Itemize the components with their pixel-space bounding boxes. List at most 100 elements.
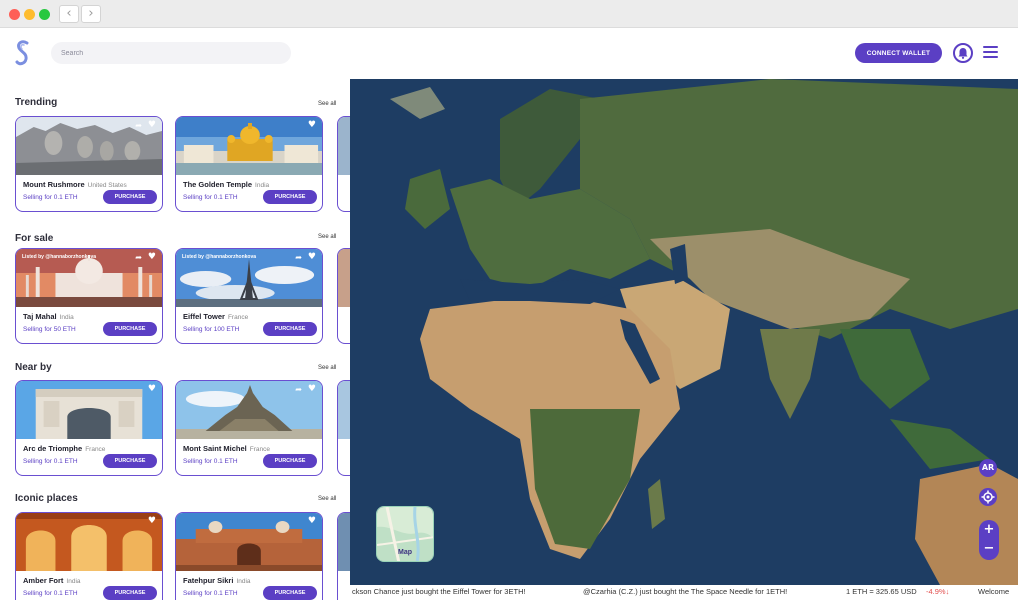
place-card-eiffel-tower[interactable]: Listed by @hannaborzhonkova ➦ ♥ Eiffel T… <box>175 248 323 344</box>
locate-button[interactable] <box>979 488 997 506</box>
listed-by-label: Listed by @hannaborzhonkova <box>22 254 97 260</box>
purchase-button[interactable]: PURCHASE <box>263 454 317 468</box>
forward-button[interactable]: › <box>81 5 101 23</box>
place-name: Amber Fort India <box>23 576 81 585</box>
share-icon[interactable]: ➦ <box>295 253 302 262</box>
place-price: Selling for 0.1 ETH <box>23 458 78 465</box>
heart-icon[interactable]: ♥ <box>308 252 316 262</box>
crosshair-icon <box>981 490 995 504</box>
zoom-in-button[interactable]: + <box>979 520 999 539</box>
see-all-trending-link[interactable]: See all <box>318 101 336 107</box>
place-name: Fatehpur Sikri India <box>183 576 251 585</box>
heart-icon[interactable]: ♥ <box>308 120 316 130</box>
purchase-button[interactable]: PURCHASE <box>103 586 157 600</box>
ticker-item: ckson Chance just bought the Eiffel Towe… <box>352 587 526 596</box>
heart-icon[interactable]: ♥ <box>308 516 316 526</box>
share-icon[interactable]: ➦ <box>135 121 142 130</box>
place-image <box>16 513 162 571</box>
place-name-text: Eiffel Tower <box>183 312 225 321</box>
place-name-text: Fatehpur Sikri <box>183 576 234 585</box>
purchase-button[interactable]: PURCHASE <box>103 454 157 468</box>
purchase-button[interactable]: PURCHASE <box>263 190 317 204</box>
place-price: Selling for 0.1 ETH <box>183 194 238 201</box>
search-input[interactable] <box>51 42 291 64</box>
minimize-window-button[interactable] <box>24 9 35 20</box>
place-card-amber-fort[interactable]: ♥ Amber Fort India Selling for 0.1 ETH PU… <box>15 512 163 600</box>
notifications-button[interactable] <box>953 43 973 63</box>
place-card-arc-de-triomphe[interactable]: ♥ Arc de Triomphe France Selling for 0.1 … <box>15 380 163 476</box>
place-name: Eiffel Tower France <box>183 312 248 321</box>
heart-icon[interactable]: ♥ <box>148 384 156 394</box>
heart-icon[interactable]: ♥ <box>148 516 156 526</box>
purchase-button[interactable]: PURCHASE <box>263 586 317 600</box>
place-name: Taj Mahal India <box>23 312 74 321</box>
listed-by-label: Listed by @hannaborzhonkova <box>182 254 257 260</box>
place-card-peek[interactable] <box>337 116 350 212</box>
place-card-taj-mahal[interactable]: Listed by @hannaborzhonkova ➦ ♥ Taj Maha… <box>15 248 163 344</box>
window-titlebar: ‹ › <box>0 0 1018 28</box>
place-image <box>338 381 350 439</box>
map-thumbnail-label: Map <box>398 549 412 556</box>
place-image <box>338 513 350 571</box>
place-country: France <box>85 446 106 453</box>
place-country: France <box>249 446 270 453</box>
hamburger-line <box>983 51 998 53</box>
place-card-peek[interactable] <box>337 248 350 344</box>
place-image <box>176 513 322 571</box>
eth-rate: 1 ETH = 325.65 USD <box>846 587 917 596</box>
place-card-peek[interactable] <box>337 380 350 476</box>
place-country: India <box>66 578 81 585</box>
world-map[interactable] <box>350 79 1018 585</box>
eth-change: -4.9%↓ <box>926 587 950 596</box>
back-button[interactable]: ‹ <box>59 5 79 23</box>
place-card-fatehpur-sikri[interactable]: ♥ Fatehpur Sikri India Selling for 0.1 ET… <box>175 512 323 600</box>
places-panel: Trending See all ➦ ♥ Mount Rushmore Unite… <box>0 79 350 600</box>
place-country: India <box>255 182 270 189</box>
see-all-near-by-link[interactable]: See all <box>318 365 336 371</box>
map-style-toggle[interactable]: Map <box>376 506 434 562</box>
hamburger-line <box>983 56 998 58</box>
place-image <box>16 381 162 439</box>
ticker-item: @Czarhia (C.Z.) just bought the The Spac… <box>583 587 788 596</box>
close-window-button[interactable] <box>9 9 20 20</box>
place-price: Selling for 50 ETH <box>23 326 76 333</box>
chevron-left-icon: ‹ <box>66 6 72 21</box>
place-image <box>338 117 350 175</box>
connect-wallet-button[interactable]: CONNECT WALLET <box>855 43 942 63</box>
place-name: Arc de Triomphe France <box>23 444 105 453</box>
purchase-button[interactable]: PURCHASE <box>263 322 317 336</box>
share-icon[interactable]: ➦ <box>135 253 142 262</box>
maximize-window-button[interactable] <box>39 9 50 20</box>
place-price: Selling for 0.1 ETH <box>183 458 238 465</box>
zoom-out-button[interactable]: − <box>979 539 999 558</box>
section-title-near-by: Near by <box>15 362 52 373</box>
place-card-mount-rushmore[interactable]: ➦ ♥ Mount Rushmore United States Selling … <box>15 116 163 212</box>
heart-icon[interactable]: ♥ <box>148 120 156 130</box>
section-title-iconic-places: Iconic places <box>15 493 78 504</box>
ar-button[interactable]: AR <box>979 459 997 477</box>
satellite-map-image <box>350 79 1018 585</box>
chevron-right-icon: › <box>88 6 94 21</box>
place-name: Mont Saint Michel France <box>183 444 270 453</box>
place-name-text: The Golden Temple <box>183 180 253 189</box>
menu-button[interactable] <box>983 46 998 59</box>
see-all-for-sale-link[interactable]: See all <box>318 234 336 240</box>
see-all-iconic-places-link[interactable]: See all <box>318 496 336 502</box>
place-card-peek[interactable] <box>337 512 350 600</box>
app-header: CONNECT WALLET <box>0 29 1018 79</box>
zoom-control: + − <box>979 520 999 560</box>
bell-icon <box>958 48 968 59</box>
place-name: Mount Rushmore United States <box>23 180 127 189</box>
place-price: Selling for 0.1 ETH <box>183 590 238 597</box>
place-country: India <box>59 314 74 321</box>
heart-icon[interactable]: ♥ <box>148 252 156 262</box>
share-icon[interactable]: ➦ <box>295 385 302 394</box>
logo-icon[interactable] <box>14 39 32 67</box>
place-card-golden-temple[interactable]: ♥ The Golden Temple India Selling for 0.1… <box>175 116 323 212</box>
place-card-mont-saint-michel[interactable]: ➦ ♥ Mont Saint Michel France Selling for … <box>175 380 323 476</box>
purchase-button[interactable]: PURCHASE <box>103 322 157 336</box>
place-name-text: Amber Fort <box>23 576 64 585</box>
ticker-welcome: Welcome <box>978 587 1010 596</box>
purchase-button[interactable]: PURCHASE <box>103 190 157 204</box>
heart-icon[interactable]: ♥ <box>308 384 316 394</box>
